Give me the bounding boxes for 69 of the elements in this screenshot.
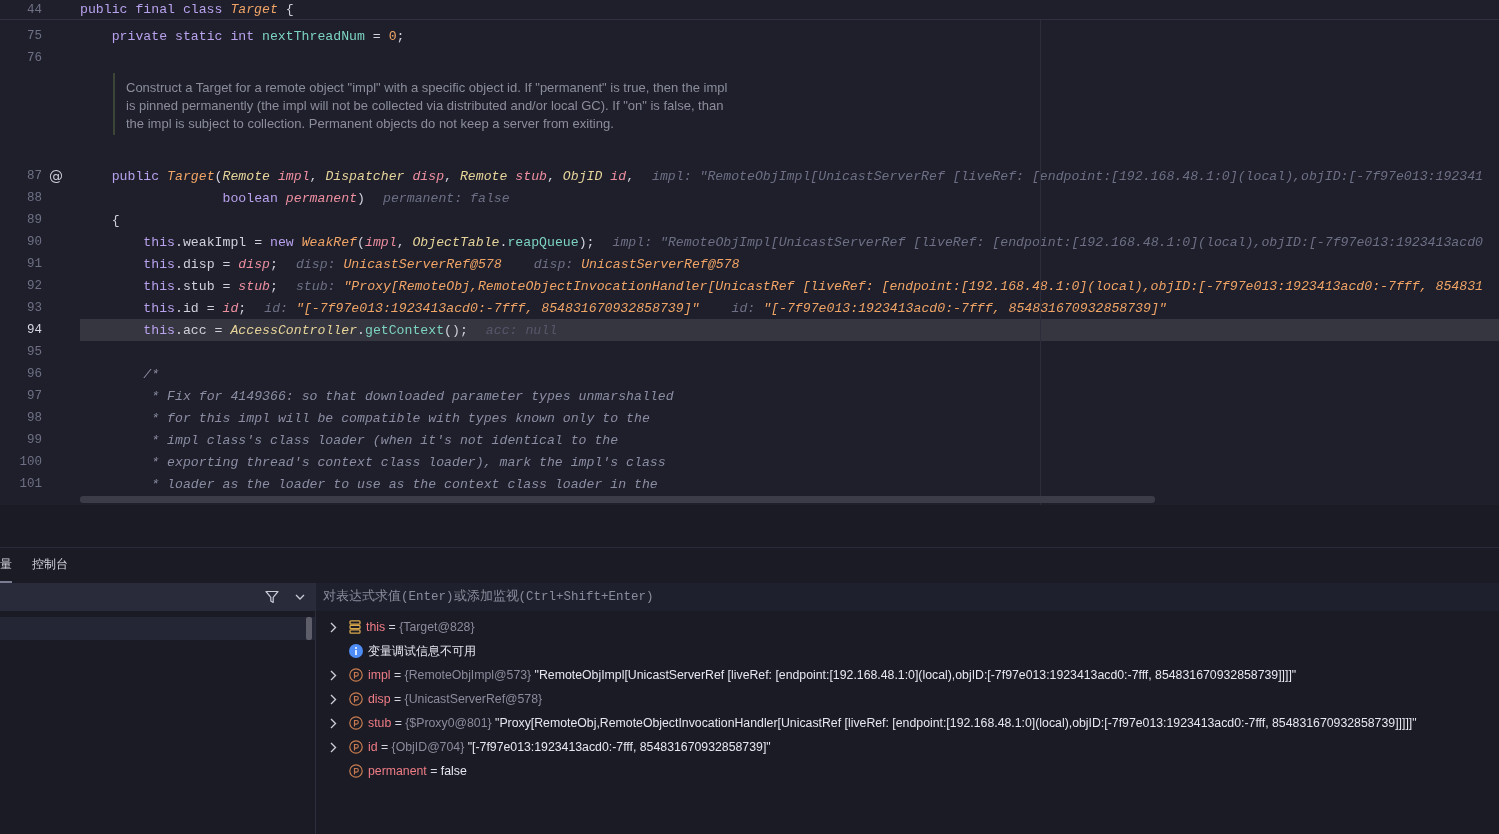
variable-entry[interactable]: stub = {$Proxy0@801} "Proxy[RemoteObj,RemoteObjectInvocationHandler[UnicastRef [liveRef: [endpoint:[192.168.48.1:0](local),objID:[-7f97e013:1923413acd0:-7fff, 854831670932858739]]]]]" (368, 716, 1417, 730)
line-number: 100 (18, 455, 42, 469)
code-line: * for this impl will be compatible with types known only to the (151, 410, 650, 426)
doc-comment: Construct a Target for a remote object "impl" with a specific object id. If "permanent" is true, then the impl is pinned permanently (the impl will not be collected via distributed and/or local GC). If "on" is false, than the impl is subject to collection. Permanent objects do not keep a server from exiting. (126, 79, 729, 133)
chevron-right-icon[interactable] (329, 669, 337, 681)
code-line: boolean permanent) (222, 190, 365, 206)
circled-p-icon (349, 692, 363, 706)
circled-p-icon (349, 740, 363, 754)
line-number: 76 (26, 51, 42, 65)
variable-entry[interactable]: impl = {RemoteObjImpl@573} "RemoteObjImpl[UnicastServerRef [liveRef: [endpoint:[192.168.48.1:0](local),objID:[-7f97e013:1923413acd0:-7fff, 854831670932858739]]]]" (368, 668, 1297, 682)
code-line: * impl class's class loader (when it's not identical to the (151, 432, 619, 448)
line-number: 99 (26, 433, 42, 447)
line-number: 75 (26, 29, 42, 43)
code-line: public Target(Remote impl, Dispatcher disp, Remote stub, ObjID id, (111, 168, 635, 184)
line-number: 91 (26, 257, 42, 271)
code-line: this.disp = disp; (143, 256, 278, 272)
chevron-right-icon[interactable] (329, 693, 337, 705)
line-number: 101 (18, 477, 42, 491)
horizontal-scrollbar[interactable] (80, 496, 1155, 503)
circled-p-icon (349, 764, 363, 778)
line-number: 89 (26, 213, 42, 227)
code-line: * loader as the loader to use as the context class loader in the (151, 476, 658, 492)
inlay-hint: disp: UnicastServerRef@578 (533, 256, 740, 272)
panel-tab[interactable]: 控制台 (32, 548, 68, 583)
circled-p-icon (349, 668, 363, 682)
code-line: this.stub = stub; (143, 278, 278, 294)
line-number: 97 (26, 389, 42, 403)
code-line: public final class Target { (80, 2, 294, 17)
line-number: 90 (26, 235, 42, 249)
code-line: this.weakImpl = new WeakRef(impl, ObjectTable.reapQueue); (143, 234, 595, 250)
chevron-right-icon[interactable] (329, 621, 337, 633)
inlay-hint: id: "[-7f97e013:1923413acd0:-7fff, 854831670932858739]" (731, 300, 1167, 316)
chevron-right-icon[interactable] (329, 717, 337, 729)
info-message: 变量调试信息不可用 (368, 642, 476, 660)
line-number: 44 (26, 2, 42, 17)
inlay-hint: impl: "RemoteObjImpl[UnicastServerRef [liveRef: [endpoint:[192.168.48.1:0](local),objID:[-7f97e013:192341 (652, 168, 1483, 184)
circled-p-icon (349, 716, 363, 730)
gutter-marker[interactable]: @ (42, 168, 70, 184)
code-line: private static int nextThreadNum = 0; (111, 28, 405, 44)
inlay-hint: id: "[-7f97e013:1923413acd0:-7fff, 854831670932858739]" (264, 300, 700, 316)
line-number: 95 (26, 345, 42, 359)
line-number: 98 (26, 411, 42, 425)
code-line: this.acc = AccessController.getContext(); (143, 322, 468, 338)
code-line: this.id = id; (143, 300, 247, 316)
code-line: * exporting thread's context class loader), mark the impl's class (151, 454, 666, 470)
inlay-hint: permanent: false (383, 190, 510, 206)
filter-icon[interactable] (265, 590, 279, 604)
line-number: 88 (26, 191, 42, 205)
code-line: /* (143, 366, 160, 382)
chevron-right-icon[interactable] (329, 741, 337, 753)
variable-entry[interactable]: id = {ObjID@704} "[-7f97e013:1923413acd0:-7fff, 854831670932858739]" (368, 740, 771, 754)
evaluate-field[interactable]: 对表达式求值(Enter)或添加监视(Ctrl+Shift+Enter) (316, 583, 1499, 611)
chevron-down-icon[interactable] (295, 594, 305, 600)
info-icon (349, 644, 363, 658)
variable-entry[interactable]: disp = {UnicastServerRef@578} (368, 692, 543, 706)
line-number: 92 (26, 279, 42, 293)
line-number: 96 (26, 367, 42, 381)
stacked-bars-icon (349, 620, 361, 634)
code-line: * Fix for 4149366: so that downloaded parameter types unmarshalled (151, 388, 674, 404)
inlay-hint: stub: "Proxy[RemoteObj,RemoteObjectInvocationHandler[UnicastRef [liveRef: [endpoint:[192.168.48.1:0](local),objID:[-7f97e013:1923413acd0:-7fff, 854831 (295, 278, 1483, 294)
line-number: 93 (26, 301, 42, 315)
variable-entry[interactable]: this = {Target@828} (366, 620, 475, 634)
variable-entry[interactable]: permanent = false (368, 764, 467, 778)
inlay-hint: impl: "RemoteObjImpl[UnicastServerRef [liveRef: [endpoint:[192.168.48.1:0](local),objID:[-7f97e013:1923413acd0 (612, 234, 1484, 250)
inlay-hint: disp: UnicastServerRef@578 (295, 256, 502, 272)
code-line: { (111, 212, 120, 228)
vertical-scrollbar[interactable] (306, 617, 312, 640)
line-number: 94 (26, 323, 42, 337)
line-number: 87 (26, 169, 42, 183)
